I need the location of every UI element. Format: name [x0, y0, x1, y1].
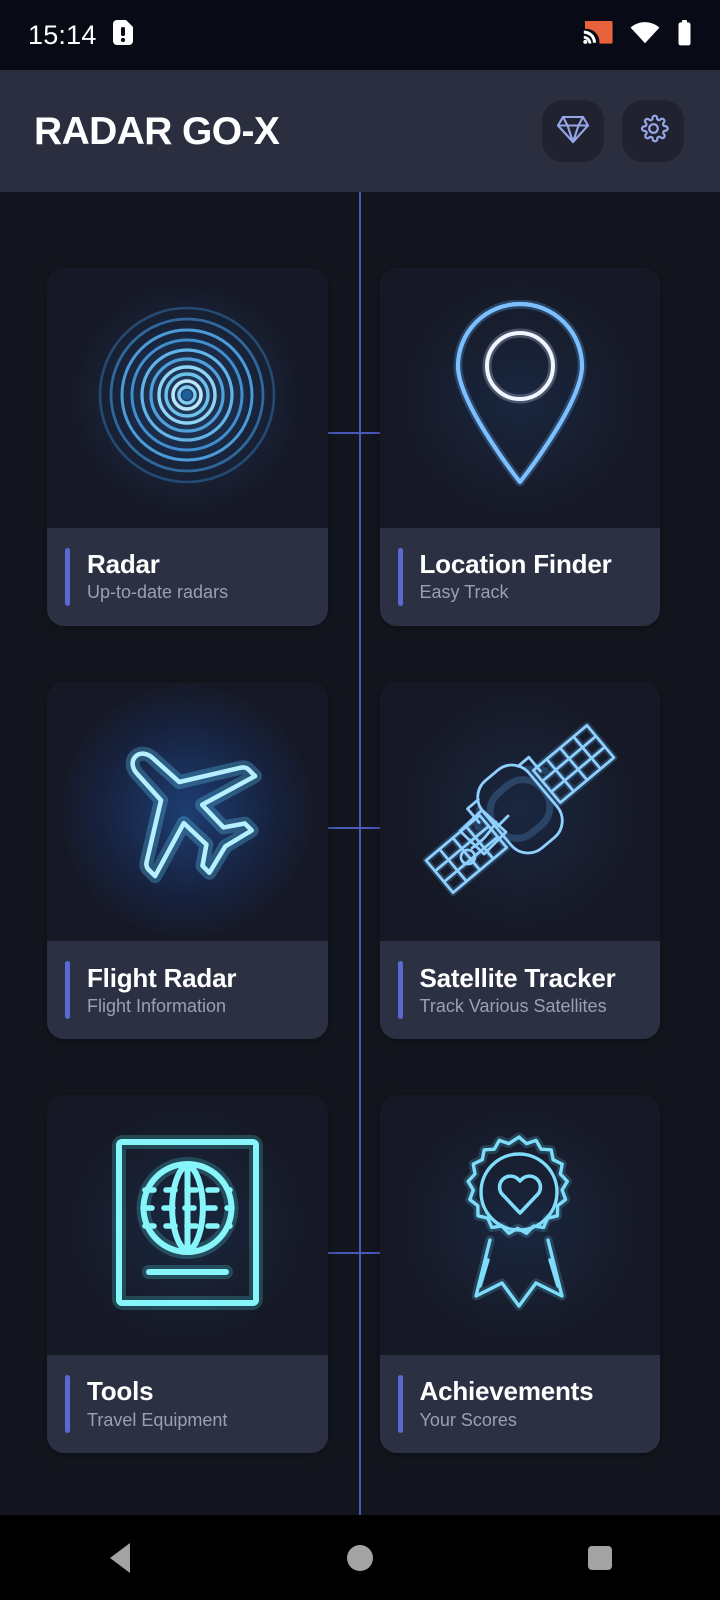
card-subtitle: Track Various Satellites [419, 996, 607, 1017]
card-artwork [379, 1095, 660, 1355]
nav-home-button[interactable] [300, 1515, 420, 1600]
gear-icon [637, 112, 670, 150]
feature-card-tools[interactable]: Tools Travel Equipment [47, 1095, 328, 1453]
feature-card-satellite-tracker[interactable]: Satellite Tracker Track Various Satellit… [379, 681, 660, 1040]
card-footer: Satellite Tracker Track Various Satellit… [379, 941, 660, 1040]
cast-icon [583, 20, 613, 50]
card-title: Achievements [419, 1376, 594, 1407]
page-title: RADAR GO-X [34, 109, 280, 153]
card-text-block: Flight Radar Flight Information [87, 962, 237, 1017]
card-footer: Tools Travel Equipment [47, 1354, 328, 1453]
battery-icon [677, 19, 692, 51]
card-text-block: Achievements Your Scores [420, 1378, 594, 1429]
circle-home-icon [347, 1544, 373, 1571]
accent-bar [65, 1374, 70, 1433]
app-bar: RADAR GO-X [0, 70, 720, 192]
satellite-icon [420, 714, 620, 909]
accent-bar [397, 547, 403, 606]
card-subtitle: Your Scores [419, 1409, 517, 1430]
card-text-block: Satellite Tracker Track Various Satellit… [419, 962, 616, 1017]
feature-card-location-finder[interactable]: Location Finder Easy Track [379, 268, 660, 626]
card-artwork [47, 681, 328, 942]
settings-button[interactable] [622, 100, 684, 162]
card-text-block: Tools Travel Equipment [87, 1378, 227, 1429]
feature-card-achievements[interactable]: Achievements Your Scores [379, 1095, 660, 1453]
card-footer: Location Finder Easy Track [379, 527, 660, 626]
feature-card-flight-radar[interactable]: Flight Radar Flight Information [47, 681, 328, 1040]
nav-back-button[interactable] [60, 1515, 180, 1600]
feature-card-radar[interactable]: Radar Up-to-date radars [47, 268, 328, 626]
airplane-icon [100, 721, 275, 901]
passport-globe-icon [105, 1130, 270, 1320]
card-subtitle: Easy Track [419, 582, 509, 603]
award-ribbon-icon [432, 1128, 607, 1323]
card-text-block: Radar Up-to-date radars [87, 549, 229, 603]
card-text-block: Location Finder Easy Track [419, 549, 612, 603]
square-recents-icon [588, 1545, 612, 1570]
status-bar-right [583, 19, 692, 51]
card-title: Tools [87, 1376, 154, 1407]
premium-button[interactable] [542, 100, 604, 162]
radar-rings-icon [87, 295, 287, 500]
app-screen: 15:14 RADAR GO-X Radar Up-to-date radars… [0, 0, 720, 1600]
diamond-icon [556, 113, 590, 150]
card-artwork [47, 1095, 328, 1355]
card-footer: Flight Radar Flight Information [47, 941, 328, 1040]
sim-alert-icon [112, 20, 133, 50]
card-artwork [379, 268, 660, 528]
accent-bar [65, 961, 70, 1020]
map-pin-icon [430, 299, 610, 495]
card-title: Flight Radar [87, 962, 237, 993]
nav-recents-button[interactable] [540, 1515, 660, 1600]
card-artwork [47, 268, 328, 528]
accent-bar [65, 547, 70, 606]
accent-bar [397, 1374, 403, 1433]
card-subtitle: Flight Information [87, 996, 227, 1017]
feature-card-grid: Radar Up-to-date radars Location Finder … [0, 192, 720, 1515]
card-subtitle: Travel Equipment [87, 1409, 228, 1430]
triangle-back-icon [110, 1542, 130, 1573]
wifi-icon [630, 21, 660, 49]
system-navigation-bar [0, 1515, 720, 1600]
card-subtitle: Up-to-date radars [87, 582, 229, 603]
card-footer: Achievements Your Scores [379, 1354, 660, 1453]
status-bar-clock: 15:14 [28, 19, 97, 50]
status-bar: 15:14 [0, 0, 720, 70]
card-title: Location Finder [419, 549, 612, 580]
card-footer: Radar Up-to-date radars [47, 527, 328, 626]
card-title: Satellite Tracker [419, 962, 616, 993]
accent-bar [397, 961, 403, 1020]
card-artwork [379, 681, 660, 942]
status-bar-left: 15:14 [28, 20, 133, 50]
app-bar-actions [542, 100, 684, 162]
card-title: Radar [87, 549, 160, 580]
